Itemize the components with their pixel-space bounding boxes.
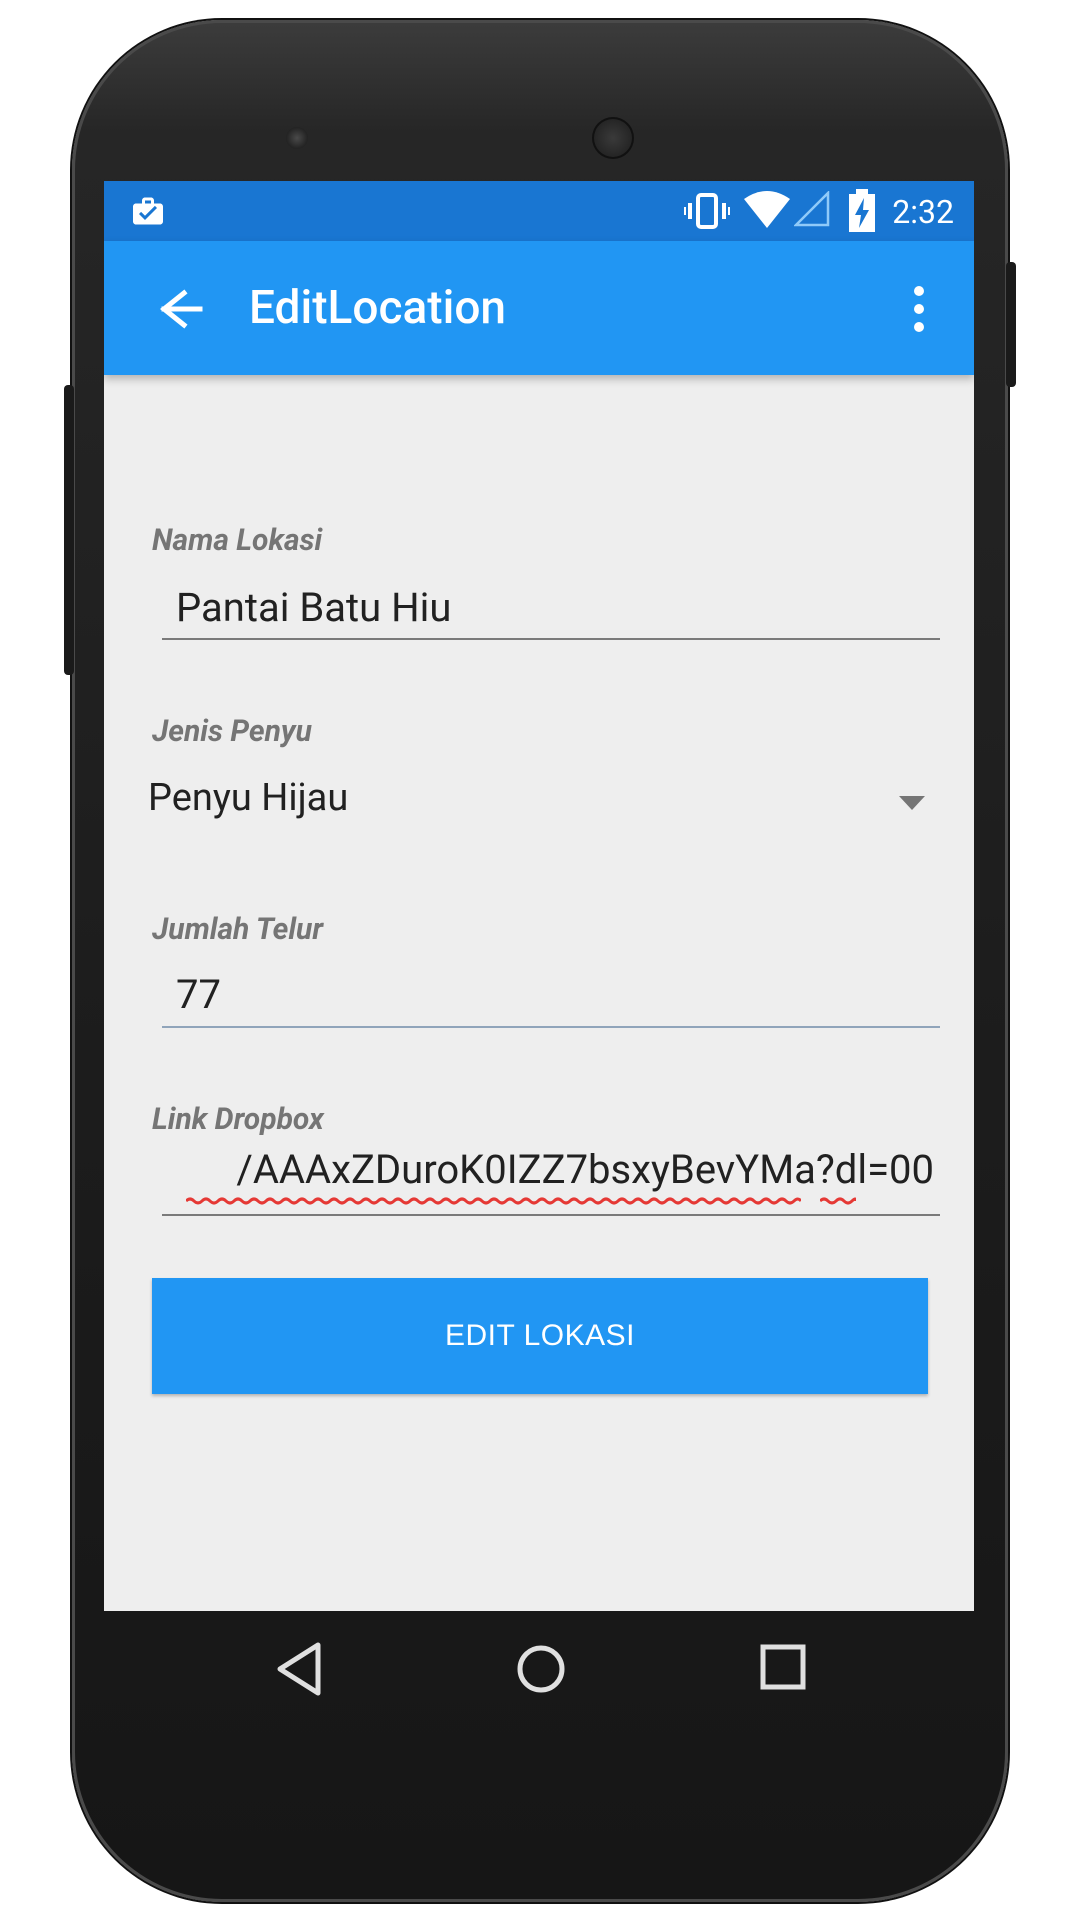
page-title: EditLocation — [249, 281, 507, 335]
arrow-back-icon[interactable] — [144, 281, 204, 337]
front-camera — [286, 127, 308, 149]
nama-lokasi-input[interactable]: Pantai Batu Hiu — [176, 584, 451, 631]
status-bar: 2:32 — [104, 181, 974, 241]
jumlah-telur-underline — [162, 1026, 940, 1028]
edit-lokasi-button[interactable]: EDIT LOKASI — [152, 1278, 928, 1394]
more-vert-icon[interactable] — [904, 281, 934, 337]
earpiece-speaker — [592, 117, 634, 159]
jenis-penyu-spinner[interactable]: Penyu Hijau — [144, 756, 944, 846]
briefcase-check-icon — [133, 197, 163, 225]
battery-charging-icon — [849, 189, 875, 232]
volume-button — [64, 385, 74, 675]
nama-lokasi-label: Nama Lokasi — [152, 523, 323, 558]
link-dropbox-value: /AAAxZDuroK0IZZ7bsxyBevYMa?dl=00 — [236, 1146, 934, 1193]
home-circle-icon[interactable] — [515, 1641, 567, 1697]
status-time: 2:32 — [892, 193, 954, 231]
link-dropbox-underline — [162, 1214, 940, 1216]
app-bar: EditLocation — [104, 241, 974, 375]
vibrate-icon — [684, 193, 730, 229]
link-dropbox-label: Link Dropbox — [152, 1102, 324, 1137]
spellcheck-underline-2 — [820, 1197, 856, 1205]
jenis-penyu-label: Jenis Penyu — [152, 714, 312, 749]
jumlah-telur-input[interactable]: 77 — [176, 971, 221, 1018]
screen: 2:32 EditLocation Nama Lokasi Pantai Bat… — [104, 181, 974, 1611]
recents-square-icon[interactable] — [759, 1643, 807, 1691]
wifi-icon — [744, 191, 790, 228]
jumlah-telur-label: Jumlah Telur — [152, 912, 323, 947]
back-triangle-icon[interactable] — [274, 1641, 324, 1697]
nav-bar — [104, 1611, 974, 1731]
dropdown-arrow-icon — [899, 796, 925, 810]
signal-icon — [794, 191, 830, 227]
power-button — [1006, 262, 1016, 387]
spellcheck-underline — [186, 1197, 801, 1205]
jenis-penyu-selected: Penyu Hijau — [148, 776, 349, 820]
nama-lokasi-underline — [162, 638, 940, 640]
